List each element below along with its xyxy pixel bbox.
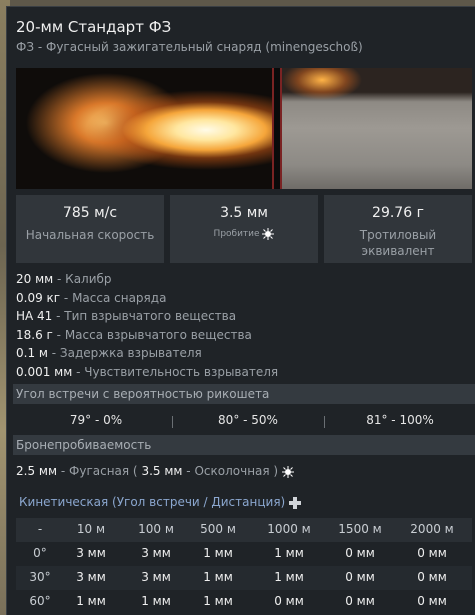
table-cell: 0 мм: [345, 570, 375, 584]
explosion-spark-icon: [281, 465, 294, 478]
table-cell: 1 мм: [203, 570, 233, 584]
kinetic-title-text: Кинетическая (Угол встречи / Дистанция): [19, 495, 286, 509]
table-row: 0° 3 мм 3 мм 1 мм 1 мм 0 мм 0 мм: [16, 542, 472, 566]
property-label: Калибр: [65, 272, 112, 286]
stat-label: Начальная скорость: [25, 228, 155, 242]
table-header-cell: 2000 м: [410, 522, 454, 536]
stat-value: 3.5 мм: [220, 205, 268, 221]
he-penetration-value: 2.5 мм: [16, 464, 58, 478]
shell-tooltip-panel: 20-мм Стандарт ФЗ ФЗ - Фугасный зажигате…: [6, 6, 475, 615]
property-row: 20 мм - Калибр: [16, 272, 112, 286]
table-cell: 0 мм: [345, 546, 375, 560]
ricochet-cell: 80° - 50%: [218, 413, 278, 427]
ricochet-separator: [324, 416, 325, 428]
penetration-section-header: Бронепробиваемость: [13, 435, 475, 455]
property-row: 18.6 г - Масса взрывчатого вещества: [16, 327, 252, 342]
image-divider: [272, 68, 282, 189]
properties-list: 20 мм - Калибр 0.09 кг - Масса снаряда Н…: [16, 270, 278, 382]
stat-label-text: Пробитие: [213, 229, 260, 239]
table-cell: 0 мм: [417, 594, 447, 608]
table-cell: 1 мм: [203, 594, 233, 608]
table-cell: 1 мм: [274, 570, 304, 584]
property-row: 0.09 кг - Масса снаряда: [16, 290, 167, 305]
table-cell: 0 мм: [417, 546, 447, 560]
property-value: 20 мм: [16, 272, 54, 286]
shell-subtitle: ФЗ - Фугасный зажигательный снаряд (mine…: [16, 40, 363, 54]
table-cell: 0 мм: [274, 594, 304, 608]
stat-penetration: 3.5 мм Пробитие: [170, 195, 318, 263]
property-row: 0.001 мм - Чувствительность взрывателя: [16, 364, 279, 379]
ricochet-values: 79° - 0% 80° - 50% 81° - 100%: [16, 413, 472, 431]
table-header-cell: 1500 м: [338, 522, 382, 536]
table-cell: 3 мм: [141, 546, 171, 560]
property-row: 0.1 м - Задержка взрывателя: [16, 346, 202, 361]
table-row: 60° 1 мм 1 мм 1 мм 0 мм 0 мм 0 мм: [16, 590, 472, 614]
stat-value: 29.76 г: [372, 205, 424, 221]
table-cell: 1 мм: [141, 594, 171, 608]
he-penetration-label: Фугасная (: [69, 464, 138, 478]
table-header-row: - 10 м 100 м 500 м 1000 м 1500 м 2000 м: [16, 518, 472, 542]
ricochet-section-header: Угол встречи с вероятностью рикошета: [13, 384, 475, 404]
table-row: 30° 3 мм 3 мм 1 мм 1 мм 0 мм 0 мм: [16, 566, 472, 590]
property-label: Масса снаряда: [72, 290, 167, 305]
kinetic-table: - 10 м 100 м 500 м 1000 м 1500 м 2000 м …: [16, 518, 472, 614]
table-cell: 0 мм: [417, 570, 447, 584]
ricochet-cell: 81° - 100%: [366, 413, 434, 427]
stat-muzzle-velocity: 785 м/с Начальная скорость: [16, 195, 164, 263]
stat-label: Тротиловый эквивалент: [359, 228, 437, 258]
table-cell: 0 мм: [345, 594, 375, 608]
armor-plate-image: [282, 68, 472, 189]
explosion-spark-icon: [262, 227, 275, 240]
table-header-cell: 1000 м: [267, 522, 311, 536]
projectile-cross-icon: [289, 496, 302, 509]
table-header-cell: 100 м: [138, 522, 174, 536]
property-row: НА 41 - Тип взрывчатого вещества: [16, 309, 237, 324]
table-cell: 1 мм: [76, 594, 106, 608]
property-value: НА 41: [16, 309, 53, 324]
explosion-image: [16, 68, 274, 189]
kinetic-section-title: Кинетическая (Угол встречи / Дистанция): [19, 495, 302, 509]
table-cell: 3 мм: [76, 570, 106, 584]
property-label: Чувствительность взрывателя: [84, 364, 279, 379]
property-value: 0.09 кг: [16, 290, 61, 305]
table-cell: 3 мм: [141, 570, 171, 584]
property-label: Масса взрывчатого вещества: [64, 327, 252, 342]
stats-row: 785 м/с Начальная скорость 3.5 мм Пробит…: [16, 195, 472, 263]
stat-label: Пробитие: [170, 226, 318, 242]
table-header-cell: 10 м: [76, 522, 106, 536]
property-value: 0.001 мм: [16, 364, 73, 379]
property-label: Тип взрывчатого вещества: [64, 309, 237, 324]
table-cell: 1 мм: [203, 546, 233, 560]
table-cell: 1 мм: [274, 546, 304, 560]
property-value: 0.1 м: [16, 346, 48, 361]
frag-penetration-label: Осколочная ): [194, 464, 279, 478]
property-label: Задержка взрывателя: [59, 346, 202, 361]
table-cell: 3 мм: [76, 546, 106, 560]
shell-preview-image: [16, 68, 472, 189]
stat-value: 785 м/с: [62, 205, 118, 221]
shell-title: 20-мм Стандарт ФЗ: [16, 18, 172, 36]
penetration-line: 2.5 мм - Фугасная ( 3.5 мм - Осколочная …: [16, 464, 294, 478]
ricochet-cell: 79° - 0%: [69, 413, 123, 427]
ricochet-separator: [172, 416, 173, 428]
frag-penetration-value: 3.5 мм: [141, 464, 183, 478]
stat-tnt-equivalent: 29.76 г Тротиловый эквивалент: [324, 195, 472, 263]
property-value: 18.6 г: [16, 327, 53, 342]
table-header-cell: 500 м: [200, 522, 236, 536]
